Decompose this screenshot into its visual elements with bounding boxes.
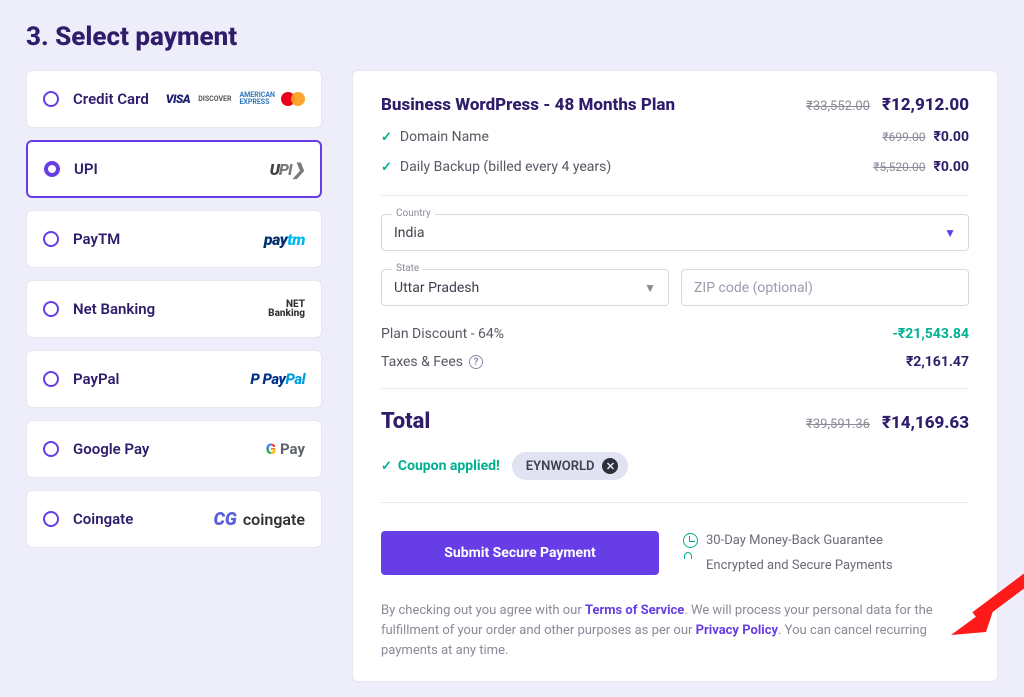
radio-icon bbox=[43, 441, 59, 457]
encrypted-label: Encrypted and Secure Payments bbox=[706, 558, 893, 573]
discover-icon: DISCOVER bbox=[196, 90, 233, 108]
total-label: Total bbox=[381, 409, 430, 434]
coupon-applied-label: Coupon applied! bbox=[398, 458, 500, 474]
method-label: PayPal bbox=[73, 370, 119, 388]
paypal-icon: P PayPal bbox=[250, 370, 305, 388]
discount-value: -₹21,543.84 bbox=[892, 326, 969, 342]
check-icon: ✓ bbox=[381, 130, 392, 145]
fees-label: Taxes & Fees bbox=[381, 354, 463, 370]
radio-icon bbox=[44, 161, 60, 177]
include-price: ₹0.00 bbox=[933, 159, 969, 175]
include-price: ₹0.00 bbox=[933, 129, 969, 145]
payment-method-netbanking[interactable]: Net Banking NETBanking bbox=[26, 280, 322, 338]
state-value: Uttar Pradesh bbox=[394, 280, 479, 296]
coingate-icon: CG coingate bbox=[213, 509, 305, 530]
payment-method-coingate[interactable]: Coingate CG coingate bbox=[26, 490, 322, 548]
method-label: PayTM bbox=[73, 230, 120, 248]
order-summary-panel: Business WordPress - 48 Months Plan ₹33,… bbox=[352, 70, 998, 682]
method-label: Credit Card bbox=[73, 90, 149, 108]
total-original: ₹39,591.36 bbox=[806, 417, 870, 432]
moneyback-icon bbox=[683, 533, 698, 548]
moneyback-label: 30-Day Money-Back Guarantee bbox=[706, 533, 883, 548]
include-label: Daily Backup (billed every 4 years) bbox=[400, 159, 611, 175]
method-label: UPI bbox=[74, 160, 98, 178]
check-icon: ✓ bbox=[381, 160, 392, 175]
country-value: India bbox=[394, 225, 424, 241]
country-select[interactable]: Country India ▼ bbox=[381, 214, 969, 251]
submit-payment-button[interactable]: Submit Secure Payment bbox=[381, 531, 659, 575]
payment-method-googlepay[interactable]: Google Pay GPay bbox=[26, 420, 322, 478]
field-label: State bbox=[392, 263, 423, 274]
radio-icon bbox=[43, 371, 59, 387]
visa-icon: VISA bbox=[164, 90, 192, 108]
plan-original-price: ₹33,552.00 bbox=[806, 99, 870, 114]
discount-label: Plan Discount - 64% bbox=[381, 326, 504, 342]
include-original: ₹5,520.00 bbox=[873, 160, 925, 174]
amex-icon: AMERICANEXPRESS bbox=[237, 90, 277, 108]
coupon-chip: EYNWORLD ✕ bbox=[512, 452, 629, 480]
coupon-code: EYNWORLD bbox=[526, 459, 595, 474]
plan-price: ₹12,912.00 bbox=[882, 95, 969, 115]
total-value: ₹14,169.63 bbox=[882, 413, 969, 433]
field-label: Country bbox=[392, 208, 435, 219]
chevron-down-icon: ▼ bbox=[644, 281, 656, 295]
paytm-icon: paytm bbox=[264, 230, 305, 249]
include-original: ₹699.00 bbox=[882, 130, 925, 144]
payment-method-paypal[interactable]: PayPal P PayPal bbox=[26, 350, 322, 408]
legal-text: By checking out you agree with our Terms… bbox=[381, 601, 969, 661]
fees-value: ₹2,161.47 bbox=[906, 354, 969, 370]
radio-icon bbox=[43, 91, 59, 107]
info-icon[interactable]: ? bbox=[469, 355, 483, 369]
mastercard-icon bbox=[281, 91, 305, 107]
remove-coupon-icon[interactable]: ✕ bbox=[602, 458, 618, 474]
zip-placeholder: ZIP code (optional) bbox=[694, 280, 813, 296]
method-label: Net Banking bbox=[73, 300, 155, 318]
radio-icon bbox=[43, 301, 59, 317]
radio-icon bbox=[43, 231, 59, 247]
payment-method-upi[interactable]: UPI UPI❯ bbox=[26, 140, 322, 198]
state-select[interactable]: State Uttar Pradesh ▼ bbox=[381, 269, 669, 306]
card-brand-icons: VISA DISCOVER AMERICANEXPRESS bbox=[164, 90, 305, 108]
method-label: Coingate bbox=[73, 510, 133, 528]
plan-name: Business WordPress - 48 Months Plan bbox=[381, 95, 675, 115]
netbanking-icon: NETBanking bbox=[268, 300, 305, 318]
include-label: Domain Name bbox=[400, 129, 489, 145]
upi-icon: UPI❯ bbox=[270, 160, 304, 179]
terms-link[interactable]: Terms of Service bbox=[585, 603, 684, 618]
payment-method-credit-card[interactable]: Credit Card VISA DISCOVER AMERICANEXPRES… bbox=[26, 70, 322, 128]
googlepay-icon: GPay bbox=[266, 440, 305, 458]
page-title: 3. Select payment bbox=[26, 22, 998, 52]
zip-input[interactable]: ZIP code (optional) bbox=[681, 269, 969, 306]
chevron-down-icon: ▼ bbox=[944, 226, 956, 240]
payment-methods-list: Credit Card VISA DISCOVER AMERICANEXPRES… bbox=[26, 70, 322, 682]
check-icon: ✓ bbox=[381, 459, 392, 474]
radio-icon bbox=[43, 511, 59, 527]
method-label: Google Pay bbox=[73, 440, 149, 458]
privacy-link[interactable]: Privacy Policy bbox=[696, 623, 778, 638]
payment-method-paytm[interactable]: PayTM paytm bbox=[26, 210, 322, 268]
